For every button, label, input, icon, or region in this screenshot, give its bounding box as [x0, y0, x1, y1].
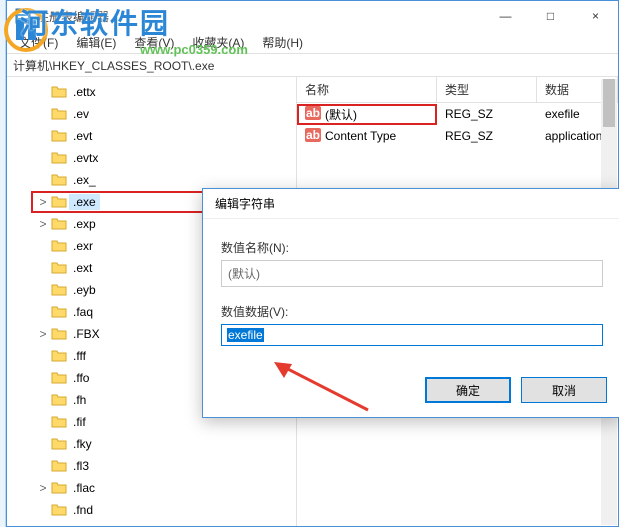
list-header: 名称 类型 数据	[297, 77, 618, 103]
tree-item[interactable]: .fl3	[31, 455, 296, 477]
value-name-label: 数值名称(N):	[221, 239, 603, 256]
tree-item-label: .ex_	[69, 172, 100, 188]
list-row[interactable]: abContent TypeREG_SZapplication/	[297, 125, 618, 147]
chevron-icon[interactable]: >	[37, 327, 49, 341]
tree-item-label: .ext	[69, 260, 96, 276]
tree-item-label: .evt	[69, 128, 96, 144]
address-bar[interactable]: 计算机\HKEY_CLASSES_ROOT\.exe	[7, 53, 618, 77]
cell-name: abContent Type	[297, 126, 437, 147]
tree-item-label: .fl3	[69, 458, 93, 474]
tree-item-label: .faq	[69, 304, 97, 320]
tree-item-label: .exe	[69, 194, 100, 210]
cancel-button[interactable]: 取消	[521, 377, 607, 403]
tree-item[interactable]: .fky	[31, 433, 296, 455]
string-value-icon: ab	[305, 128, 321, 145]
tree-item-label: .fnt	[69, 524, 94, 526]
scrollbar-thumb[interactable]	[603, 79, 615, 127]
tree-item-label: .ffo	[69, 370, 93, 386]
edit-string-dialog: 编辑字符串 数值名称(N): (默认) 数值数据(V): exefile 确定 …	[202, 188, 619, 418]
tree-item-label: .FBX	[69, 326, 104, 342]
chevron-icon[interactable]: >	[37, 481, 49, 495]
tree-item[interactable]: .ettx	[31, 81, 296, 103]
tree-item-label: .ev	[69, 106, 93, 122]
tree-item[interactable]: .evt	[31, 125, 296, 147]
menubar: 文件(F) 编辑(E) 查看(V) 收藏夹(A) 帮助(H)	[7, 31, 618, 53]
tree-item-label: .fff	[69, 348, 90, 364]
maximize-button[interactable]: □	[528, 1, 573, 31]
value-data-input[interactable]: exefile	[221, 324, 603, 346]
close-button[interactable]: ×	[573, 1, 618, 31]
tree-item-label: .exr	[69, 238, 97, 254]
tree-item-label: .ettx	[69, 84, 100, 100]
tree-item-label: .exp	[69, 216, 100, 232]
value-data-label: 数值数据(V):	[221, 303, 603, 320]
string-value-icon: ab	[305, 106, 321, 123]
tree-item-label: .flac	[69, 480, 99, 496]
menu-favorites[interactable]: 收藏夹(A)	[184, 32, 252, 53]
tree-item[interactable]: .fnd	[31, 499, 296, 521]
tree-item-label: .fh	[69, 392, 90, 408]
tree-item-label: .fky	[69, 436, 96, 452]
value-name-field[interactable]: (默认)	[221, 260, 603, 287]
tree-item-label: .evtx	[69, 150, 102, 166]
cell-type: REG_SZ	[437, 105, 537, 123]
list-row[interactable]: ab(默认)REG_SZexefile	[297, 103, 618, 125]
address-text: 计算机\HKEY_CLASSES_ROOT\.exe	[13, 57, 214, 74]
svg-text:ab: ab	[306, 128, 320, 142]
cell-name: ab(默认)	[297, 104, 437, 125]
tree-item[interactable]: .ev	[31, 103, 296, 125]
app-icon	[15, 8, 31, 24]
col-type[interactable]: 类型	[437, 77, 537, 102]
titlebar: 注册表编辑器 — □ ×	[7, 1, 618, 31]
tree-item-label: .fnd	[69, 502, 97, 518]
minimize-button[interactable]: —	[483, 1, 528, 31]
window-title: 注册表编辑器	[37, 8, 483, 25]
menu-file[interactable]: 文件(F)	[11, 32, 66, 53]
dialog-title: 编辑字符串	[215, 195, 275, 212]
col-name[interactable]: 名称	[297, 77, 437, 102]
menu-view[interactable]: 查看(V)	[126, 32, 182, 53]
svg-text:ab: ab	[306, 106, 320, 120]
chevron-icon[interactable]: >	[37, 195, 49, 209]
tree-item-label: .fif	[69, 414, 90, 430]
cell-type: REG_SZ	[437, 127, 537, 145]
menu-help[interactable]: 帮助(H)	[254, 32, 311, 53]
tree-item[interactable]: .evtx	[31, 147, 296, 169]
tree-item[interactable]: .fnt	[31, 521, 296, 526]
dialog-titlebar[interactable]: 编辑字符串	[203, 189, 619, 219]
tree-item-label: .eyb	[69, 282, 100, 298]
chevron-icon[interactable]: >	[37, 217, 49, 231]
tree-item[interactable]: > .flac	[31, 477, 296, 499]
ok-button[interactable]: 确定	[425, 377, 511, 403]
menu-edit[interactable]: 编辑(E)	[68, 32, 124, 53]
